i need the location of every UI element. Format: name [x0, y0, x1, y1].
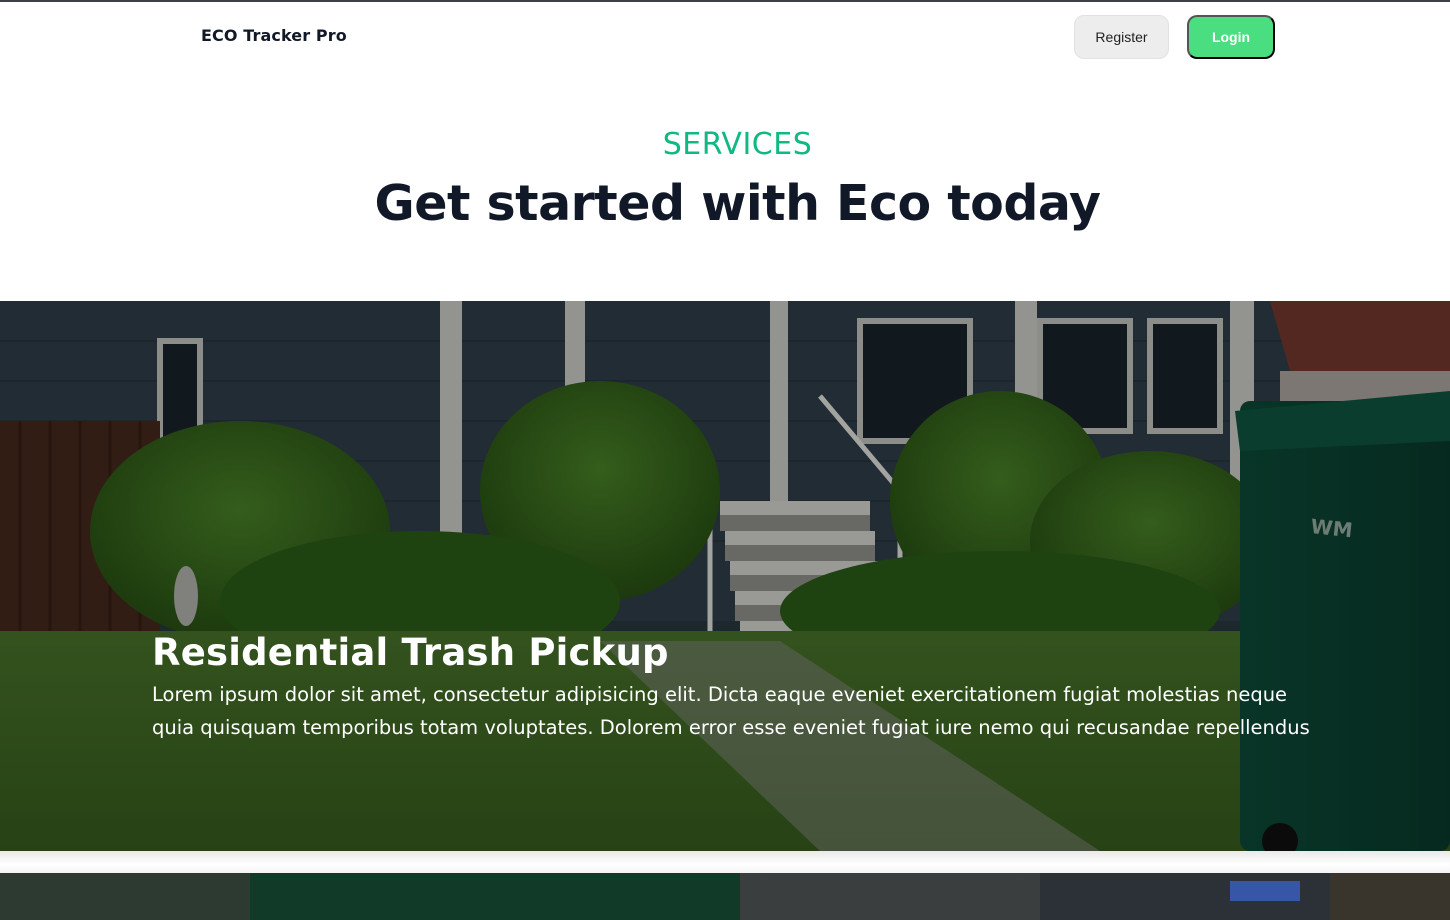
service-card-residential[interactable]: WM Residential Trash Pickup Lorem ipsum …	[0, 301, 1450, 851]
next-card-image	[0, 873, 1450, 920]
section-divider	[0, 851, 1450, 873]
hero-overlay	[0, 301, 1450, 851]
brand-logo-text[interactable]: ECO Tracker Pro	[201, 26, 347, 45]
register-button[interactable]: Register	[1074, 15, 1169, 59]
service-card-description: Lorem ipsum dolor sit amet, consectetur …	[152, 683, 1310, 739]
login-button[interactable]: Login	[1187, 15, 1275, 59]
top-navbar: ECO Tracker Pro Register Login	[0, 2, 1450, 72]
section-eyebrow: SERVICES	[662, 127, 813, 162]
service-card-title: Residential Trash Pickup	[152, 631, 669, 674]
service-card-next[interactable]	[0, 873, 1450, 920]
section-title: Get started with Eco today	[374, 175, 1101, 232]
